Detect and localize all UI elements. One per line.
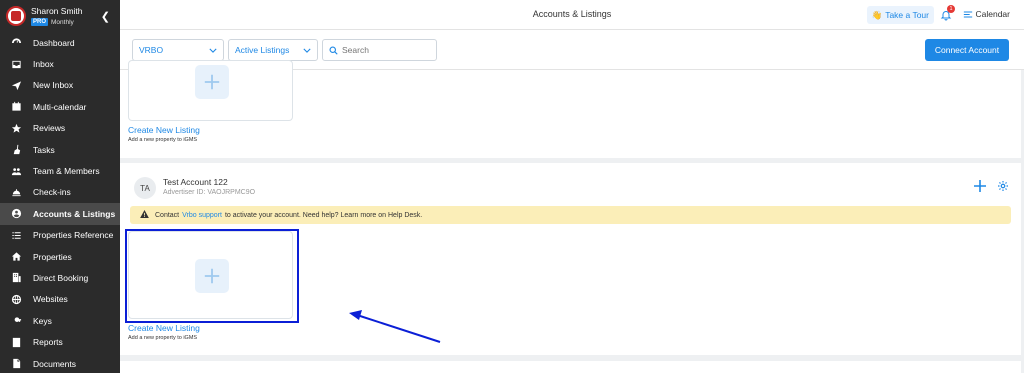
search-icon <box>329 45 338 55</box>
sidebar-item-check-ins[interactable]: Check-ins <box>0 182 120 203</box>
account-circle-icon <box>10 208 22 220</box>
annotation-arrow <box>349 310 441 343</box>
listings-panel: Create New Listing Add a new property to… <box>120 60 1021 158</box>
sidebar-item-label: Inbox <box>33 59 54 70</box>
sidebar-item-label: Reviews <box>33 123 66 134</box>
chevron-down-icon <box>209 48 217 53</box>
sidebar-nav: Dashboard Inbox New Inbox Multi-calendar Rev… <box>0 32 120 373</box>
building-icon <box>10 272 22 284</box>
warning-icon <box>140 210 149 220</box>
vrbo-support-link[interactable]: Vrbo support <box>182 212 222 219</box>
user-profile[interactable]: Sharon Smith PRO Monthly ❮ <box>0 0 120 32</box>
sidebar-item-team-members[interactable]: Team & Members <box>0 160 120 181</box>
advertiser-id: Advertiser ID: VAOJRPMC9O <box>163 189 256 196</box>
create-new-listing-link[interactable]: Create New Listing <box>128 323 200 333</box>
sidebar-item-accounts-listings[interactable]: Accounts & Listings <box>0 203 120 225</box>
sidebar-item-direct-booking[interactable]: Direct Booking <box>0 267 120 288</box>
warning-suffix: to activate your account. Need help? Lea… <box>224 211 423 219</box>
next-account-panel <box>120 361 1021 373</box>
sidebar-item-label: Dashboard <box>33 37 75 48</box>
sidebar-item-label: Direct Booking <box>33 272 89 283</box>
star-icon <box>10 122 22 134</box>
source-select-value: VRBO <box>139 45 164 55</box>
create-listing-tile[interactable] <box>128 231 293 319</box>
add-listing-plus-icon[interactable] <box>973 179 987 193</box>
status-select-value: Active Listings <box>235 45 290 55</box>
home-icon <box>10 251 22 263</box>
key-icon <box>10 315 22 327</box>
add-listing-plus <box>195 259 229 293</box>
chevron-left-icon[interactable]: ❮ <box>101 10 110 23</box>
activation-warning: Contact Vrbo support to activate your ac… <box>130 206 1011 224</box>
sidebar-item-label: Documents <box>33 358 76 369</box>
broom-icon <box>10 144 22 156</box>
filter-lines-icon <box>963 10 972 18</box>
sidebar-item-label: New Inbox <box>33 80 74 91</box>
plan-badge: PRO <box>31 18 49 26</box>
avatar <box>6 6 26 26</box>
list-icon <box>10 229 22 241</box>
team-icon <box>10 165 22 177</box>
sidebar-item-label: Accounts & Listings <box>33 208 116 219</box>
account-name: Test Account 122 <box>163 177 228 187</box>
send-icon <box>10 79 22 91</box>
take-tour-button[interactable]: 👋 Take a Tour <box>866 6 934 24</box>
calendar-label: Calendar <box>975 9 1011 19</box>
account-panel: TA Test Account 122 Advertiser ID: VAOJR… <box>120 163 1021 355</box>
sidebar-item-label: Keys <box>33 315 52 326</box>
notification-badge: 1 <box>947 5 955 13</box>
document-icon <box>10 358 22 370</box>
notifications-button[interactable]: 1 <box>940 5 955 22</box>
plan-label: Monthly <box>51 18 74 26</box>
add-listing-plus <box>195 65 229 99</box>
sidebar-item-inbox[interactable]: Inbox <box>0 53 120 74</box>
sidebar: Sharon Smith PRO Monthly ❮ Dashboard Inbo… <box>0 0 120 373</box>
bell-service-icon <box>10 186 22 198</box>
sidebar-item-reports[interactable]: Reports <box>0 331 120 352</box>
wave-hand-icon: 👋 <box>871 9 883 20</box>
chevron-down-icon <box>303 48 311 53</box>
connect-account-button[interactable]: Connect Account <box>925 39 1009 61</box>
sidebar-item-websites[interactable]: Websites <box>0 289 120 310</box>
gear-icon[interactable] <box>997 180 1009 192</box>
status-select[interactable]: Active Listings <box>228 39 318 61</box>
sidebar-item-keys[interactable]: Keys <box>0 310 120 331</box>
warning-prefix: Contact <box>155 211 180 219</box>
sidebar-item-label: Check-ins <box>33 187 71 198</box>
take-tour-label: Take a Tour <box>885 10 929 20</box>
source-select[interactable]: VRBO <box>132 39 224 61</box>
calendar-button[interactable]: Calendar <box>963 9 1011 19</box>
header: Accounts & Listings 👋 Take a Tour 1 Cale… <box>120 0 1024 30</box>
create-new-listing-link[interactable]: Create New Listing <box>128 125 200 135</box>
globe-icon <box>10 293 22 305</box>
sidebar-item-properties[interactable]: Properties <box>0 246 120 267</box>
sidebar-item-multi-calendar[interactable]: Multi-calendar <box>0 96 120 117</box>
sidebar-item-label: Properties <box>33 251 72 262</box>
account-avatar: TA <box>134 177 156 199</box>
sidebar-item-properties-reference[interactable]: Properties Reference <box>0 225 120 246</box>
sidebar-item-label: Properties Reference <box>33 230 114 241</box>
sidebar-item-documents[interactable]: Documents <box>0 353 120 373</box>
sidebar-item-dashboard[interactable]: Dashboard <box>0 32 120 53</box>
create-listing-subtext: Add a new property to iGMS <box>128 335 198 341</box>
plus-icon <box>204 268 220 284</box>
sidebar-item-label: Reports <box>33 337 63 348</box>
sidebar-item-tasks[interactable]: Tasks <box>0 139 120 160</box>
search-field[interactable] <box>322 39 437 61</box>
sidebar-item-reviews[interactable]: Reviews <box>0 118 120 139</box>
sidebar-item-label: Multi-calendar <box>33 101 87 112</box>
create-listing-tile[interactable] <box>128 60 293 121</box>
sidebar-item-new-inbox[interactable]: New Inbox <box>0 75 120 96</box>
dashboard-icon <box>10 37 22 49</box>
sidebar-item-label: Tasks <box>33 144 55 155</box>
report-icon <box>10 336 22 348</box>
create-listing-subtext: Add a new property to iGMS <box>128 137 198 143</box>
user-name: Sharon Smith <box>31 6 83 16</box>
calendar-grid-icon <box>10 101 22 113</box>
sidebar-item-label: Websites <box>33 294 68 305</box>
sidebar-item-label: Team & Members <box>33 166 100 177</box>
search-input[interactable] <box>342 45 432 55</box>
plus-icon <box>204 74 220 90</box>
inbox-icon <box>10 58 22 70</box>
